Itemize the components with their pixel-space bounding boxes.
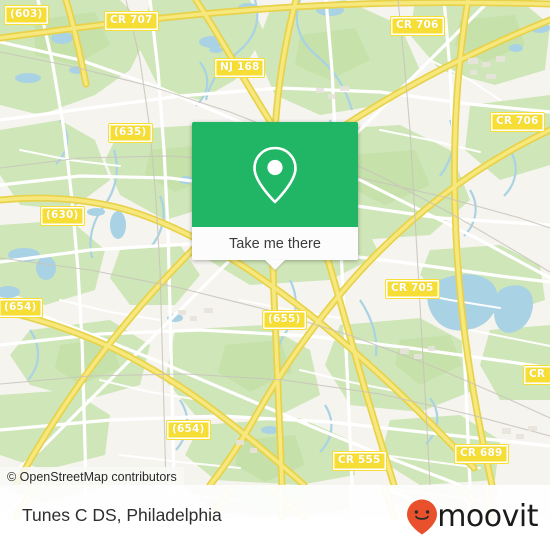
take-me-there-label: Take me there: [229, 235, 321, 252]
road-shield: (630): [40, 206, 85, 226]
road-shield: CR 706: [390, 16, 445, 36]
road-shield: (603): [4, 5, 49, 25]
road-shield: CR 555: [332, 451, 387, 471]
road-shield: CR 705: [385, 279, 440, 299]
popup-action-bar[interactable]: Take me there: [192, 227, 358, 270]
road-shield: CR 706: [490, 112, 545, 132]
moovit-wordmark: moovit: [437, 499, 538, 534]
popup-image-placeholder: [192, 122, 358, 227]
osm-attribution[interactable]: © OpenStreetMap contributors: [0, 467, 184, 485]
road-shield: CR 689: [454, 444, 509, 464]
road-shield: (635): [108, 123, 153, 143]
location-popup[interactable]: Take me there: [192, 122, 358, 270]
map-pin-icon: [253, 146, 297, 203]
road-shield: CR 6: [523, 365, 550, 385]
road-shield: NJ 168: [214, 58, 266, 78]
moovit-logo[interactable]: moovit: [405, 499, 538, 535]
place-name-label: Tunes C DS, Philadelphia: [22, 505, 222, 525]
popup-tail: [265, 260, 285, 270]
map-canvas[interactable]: (603) CR 707 CR 706 NJ 168 CR 706 (635) …: [0, 0, 550, 485]
moovit-pin-icon: [407, 499, 438, 535]
road-shield: (655): [262, 310, 307, 330]
road-shield: (654): [166, 420, 211, 440]
footer-bar: Tunes C DS, Philadelphia moovit: [0, 485, 550, 550]
road-shield: CR 707: [104, 11, 159, 31]
moovit-map-screenshot: (603) CR 707 CR 706 NJ 168 CR 706 (635) …: [0, 0, 550, 550]
road-shield: (654): [0, 298, 43, 318]
